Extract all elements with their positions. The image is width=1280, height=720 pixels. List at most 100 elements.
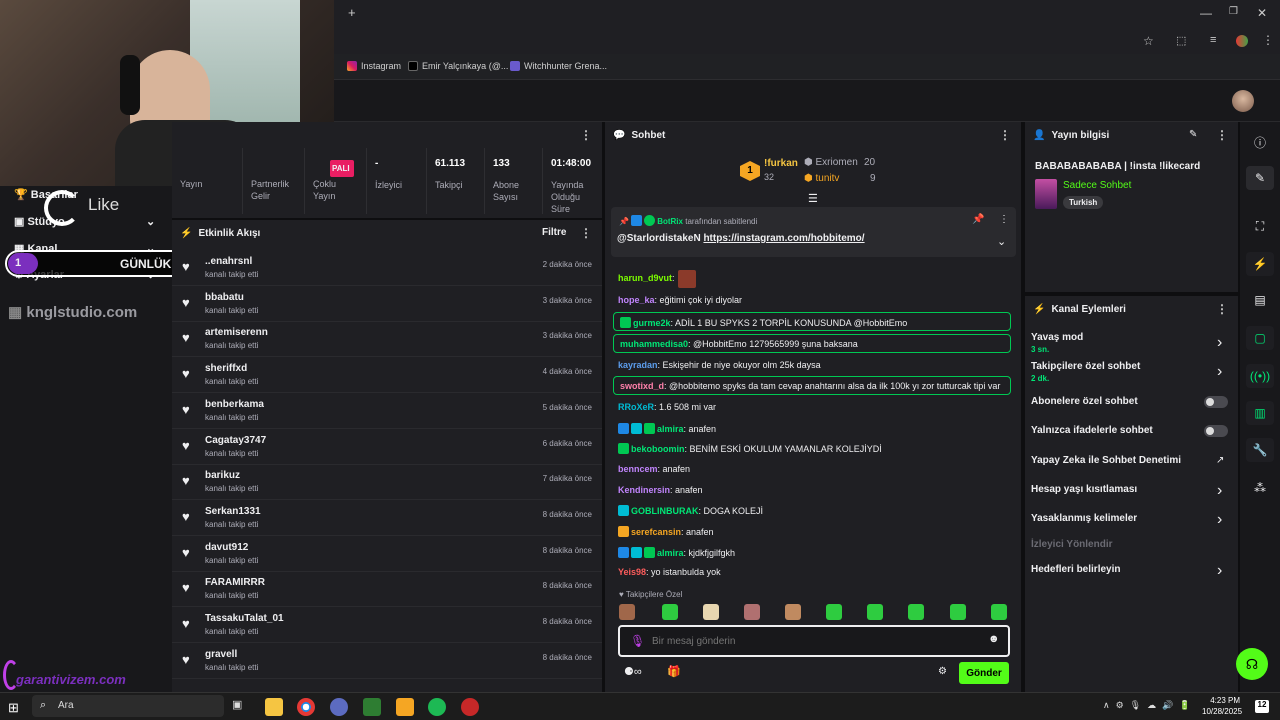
toggle-switch[interactable]	[1204, 425, 1228, 437]
more-options-icon[interactable]: ⋮	[999, 128, 1011, 142]
emote-button[interactable]	[950, 604, 966, 620]
xbox-icon[interactable]	[363, 698, 381, 716]
chat-settings-icon[interactable]: ⚙	[938, 666, 947, 677]
chat-username[interactable]: muhammedisa0	[620, 339, 688, 349]
chat-username[interactable]: swotixd_d	[620, 381, 664, 391]
emote-button[interactable]	[703, 604, 719, 620]
user-avatar[interactable]	[1232, 90, 1254, 112]
more-options-icon[interactable]: ⋮	[999, 214, 1009, 225]
chrome-icon[interactable]	[297, 698, 315, 716]
chevron-right-icon[interactable]: ›	[1217, 334, 1224, 352]
chevron-down-icon[interactable]: ⌄	[997, 235, 1006, 248]
activity-row[interactable]: ♥ sheriffxd kanalı takip etti 4 dakika önce	[172, 357, 602, 394]
chat-username[interactable]: almira	[657, 548, 684, 558]
channel-action-item[interactable]: Takipçilere özel sohbet 2 dk.	[1031, 361, 1140, 383]
expand-leaderboard-icon[interactable]: ☰	[808, 192, 818, 205]
taskbar-search[interactable]: ⌕ Ara	[32, 695, 224, 717]
emote-button[interactable]	[826, 604, 842, 620]
chat-username[interactable]: almira	[657, 424, 684, 434]
activity-row[interactable]: ♥ barikuz kanalı takip etti 7 dakika önce	[172, 464, 602, 501]
activity-row[interactable]: ♥ ..enahrsnl kanalı takip etti 2 dakika önc…	[172, 250, 602, 286]
spotify-icon[interactable]	[428, 698, 446, 716]
emote-button[interactable]	[785, 604, 801, 620]
microphone-icon[interactable]: 🎙	[630, 634, 645, 648]
points-icon[interactable]: ⚈∞	[624, 665, 642, 678]
rockstar-icon[interactable]	[396, 698, 414, 716]
activity-row[interactable]: ♥ bbabatu kanalı takip etti 3 dakika önce	[172, 286, 602, 322]
top-gifter-name[interactable]: !furkan	[764, 158, 798, 169]
apps-icon[interactable]: ⁂	[1246, 476, 1274, 500]
activity-row[interactable]: ♥ gravell kanalı takip etti 8 dakika önce	[172, 643, 602, 679]
activity-user[interactable]: artemiserenn	[205, 327, 268, 338]
chat-icon[interactable]: ▢	[1246, 326, 1274, 350]
file-explorer-icon[interactable]	[265, 698, 283, 716]
maximize-button[interactable]: ❐	[1229, 6, 1238, 17]
activity-user[interactable]: bbabatu	[205, 292, 244, 303]
emote-button[interactable]	[662, 604, 678, 620]
pinned-link[interactable]: https://instagram.com/hobbitemo/	[703, 233, 864, 244]
more-options-icon[interactable]: ⋮	[1216, 302, 1228, 316]
unpin-icon[interactable]: 📌	[972, 214, 984, 225]
discord-icon[interactable]	[330, 698, 348, 716]
activity-user[interactable]: TassakuTalat_01	[205, 613, 284, 624]
activity-user[interactable]: barikuz	[205, 470, 240, 481]
activity-user[interactable]: Cagatay3747	[205, 435, 266, 446]
language-tag[interactable]: Turkish	[1063, 196, 1104, 209]
external-link-icon[interactable]: ↗	[1216, 455, 1224, 466]
bookmark-witchhunter[interactable]: Witchhunter Grena...	[510, 61, 607, 71]
minimize-button[interactable]: —	[1200, 6, 1212, 20]
edit-icon[interactable]: ✎	[1246, 166, 1274, 190]
extensions-icon[interactable]: ⬚	[1176, 34, 1186, 47]
filter-button[interactable]: Filtre	[542, 227, 566, 238]
browser-menu-icon[interactable]: ⋮	[1262, 33, 1274, 47]
chat-username[interactable]: gurme2k	[633, 318, 671, 328]
activity-row[interactable]: ♥ Cagatay3747 kanalı takip etti 6 dakika ön…	[172, 429, 602, 465]
activity-user[interactable]: ..enahrsnl	[205, 256, 252, 267]
bookmark-instagram[interactable]: Instagram	[347, 61, 401, 71]
channel-action-item[interactable]: Yasaklanmış kelimeler	[1031, 513, 1137, 524]
channel-action-item[interactable]: Hedefleri belirleyin	[1031, 564, 1120, 575]
activity-row[interactable]: ♥ Serkan1331 kanalı takip etti 8 dakika önc…	[172, 500, 602, 536]
media-icon[interactable]: ≡	[1210, 34, 1216, 46]
emote-button[interactable]	[619, 604, 635, 620]
chevron-right-icon[interactable]: ›	[1217, 482, 1224, 500]
activity-row[interactable]: ♥ benberkama kanalı takip etti 5 dakika önc…	[172, 393, 602, 429]
gift-icon[interactable]: 🎁	[667, 665, 681, 678]
toggle-switch[interactable]	[1204, 396, 1228, 408]
more-options-icon[interactable]: ⋮	[580, 128, 592, 142]
chat-username[interactable]: hope_ka	[618, 295, 655, 305]
chat-username[interactable]: kayradan	[618, 360, 658, 370]
bookmark-x[interactable]: Emir Yalçınkaya (@...	[408, 61, 508, 71]
chat-username[interactable]: benncem	[618, 464, 658, 474]
wrench-icon[interactable]: 🔧	[1246, 438, 1274, 462]
activity-user[interactable]: sheriffxd	[205, 363, 247, 374]
channel-action-item[interactable]: Yalnızca ifadelerle sohbet	[1031, 425, 1153, 436]
profile-avatar[interactable]	[1236, 35, 1248, 47]
broadcast-icon[interactable]: ((•))	[1246, 364, 1274, 388]
layout-icon[interactable]: ▥	[1246, 401, 1274, 425]
fullscreen-icon[interactable]: ⛶	[1246, 214, 1274, 238]
emote-button[interactable]	[908, 604, 924, 620]
more-options-icon[interactable]: ⋮	[1216, 128, 1228, 142]
emoji-icon[interactable]: ☻	[988, 633, 1000, 645]
channel-action-item[interactable]: Yapay Zeka ile Sohbet Denetimi	[1031, 455, 1181, 466]
task-view-icon[interactable]: ▣	[232, 698, 250, 716]
activity-row[interactable]: ♥ FARAMIRRR kanalı takip etti 8 dakika önce	[172, 571, 602, 608]
channel-action-item[interactable]: Hesap yaşı kısıtlaması	[1031, 484, 1137, 495]
obs-icon[interactable]	[461, 698, 479, 716]
second-gifter[interactable]: ⬢ Exriomen	[804, 157, 858, 168]
channel-action-item[interactable]: Abonelere özel sohbet	[1031, 396, 1138, 407]
new-tab-button[interactable]: +	[348, 5, 356, 20]
chat-username[interactable]: Kendinersin	[618, 485, 670, 495]
activity-user[interactable]: benberkama	[205, 399, 264, 410]
chat-username[interactable]: GOBLINBURAK	[631, 506, 699, 516]
info-icon[interactable]: ⓘ	[1246, 130, 1274, 154]
emote-button[interactable]	[991, 604, 1007, 620]
third-gifter[interactable]: ⬢ tunitv	[804, 173, 839, 184]
notification-badge[interactable]: 12	[1255, 700, 1269, 713]
category-name[interactable]: Sadece Sohbet	[1063, 180, 1131, 191]
more-options-icon[interactable]: ⋮	[580, 226, 592, 240]
chat-username[interactable]: bekoboomin	[631, 444, 685, 454]
activity-user[interactable]: davut912	[205, 542, 248, 553]
lightning-icon[interactable]: ⚡	[1246, 252, 1274, 276]
